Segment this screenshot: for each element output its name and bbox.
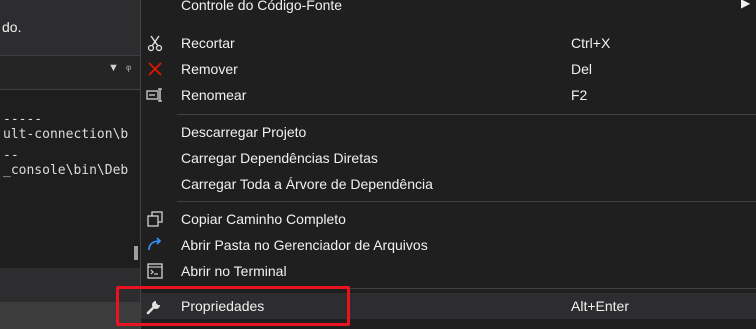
- output-scrollbar-thumb[interactable]: [134, 246, 138, 260]
- submenu-arrow-icon: ▶: [741, 0, 751, 10]
- pin-icon[interactable]: ᵠ: [126, 62, 131, 76]
- menu-item-label: Recortar: [181, 35, 235, 51]
- menu-item-label: Descarregar Projeto: [181, 124, 307, 140]
- menu-item-source-control[interactable]: Controle do Código-Fonte ▶: [141, 0, 756, 18]
- close-icon: [145, 59, 165, 79]
- menu-item-label: Remover: [181, 61, 238, 77]
- truncated-status-text: do.: [2, 19, 22, 35]
- output-line: -----: [3, 112, 43, 127]
- menu-item-label: Renomear: [181, 87, 247, 103]
- menu-item-label: Abrir Pasta no Gerenciador de Arquivos: [181, 237, 428, 253]
- dropdown-arrow-icon[interactable]: ▼: [108, 62, 119, 74]
- copy-icon: [145, 209, 165, 229]
- menu-item-load-dependency-tree[interactable]: Carregar Toda a Árvore de Dependência: [141, 171, 756, 197]
- menu-item-open-in-file-explorer[interactable]: Abrir Pasta no Gerenciador de Arquivos: [141, 232, 756, 258]
- menu-item-open-in-terminal[interactable]: Abrir no Terminal: [141, 258, 756, 284]
- scissors-icon: [145, 33, 165, 53]
- menu-item-label: Carregar Dependências Diretas: [181, 150, 378, 166]
- menu-item-label: Copiar Caminho Completo: [181, 211, 346, 227]
- menu-item-label: Controle do Código-Fonte: [181, 0, 343, 13]
- menu-item-copy-full-path[interactable]: Copiar Caminho Completo: [141, 206, 756, 232]
- menu-item-load-direct-dependencies[interactable]: Carregar Dependências Diretas: [141, 145, 756, 171]
- output-source-dropdown[interactable]: [0, 55, 140, 90]
- solution-explorer-context-menu: Controle do Código-Fonte ▶ Recortar Ctrl…: [140, 0, 756, 329]
- menu-item-shortcut: F2: [571, 87, 588, 103]
- menu-item-unload-project[interactable]: Descarregar Projeto: [141, 119, 756, 145]
- output-line: ult-connection\b: [3, 127, 129, 142]
- rename-icon: [145, 85, 165, 105]
- output-line: _console\bin\Deb: [3, 163, 129, 178]
- menu-item-cut[interactable]: Recortar Ctrl+X: [141, 30, 756, 56]
- annotation-highlight-box: [116, 286, 350, 326]
- menu-item-shortcut: Del: [571, 61, 593, 77]
- menu-item-label: Carregar Toda a Árvore de Dependência: [181, 176, 433, 192]
- open-folder-arrow-icon: [145, 235, 165, 255]
- menu-item-remove[interactable]: Remover Del: [141, 56, 756, 82]
- menu-item-rename[interactable]: Renomear F2: [141, 82, 756, 108]
- menu-item-label: Abrir no Terminal: [181, 263, 287, 279]
- terminal-icon: [145, 261, 165, 281]
- menu-item-shortcut: Ctrl+X: [571, 35, 611, 51]
- menu-item-shortcut: Alt+Enter: [571, 298, 629, 314]
- menu-separator: [177, 114, 756, 115]
- menu-separator: [177, 201, 756, 202]
- output-line: --: [3, 148, 19, 163]
